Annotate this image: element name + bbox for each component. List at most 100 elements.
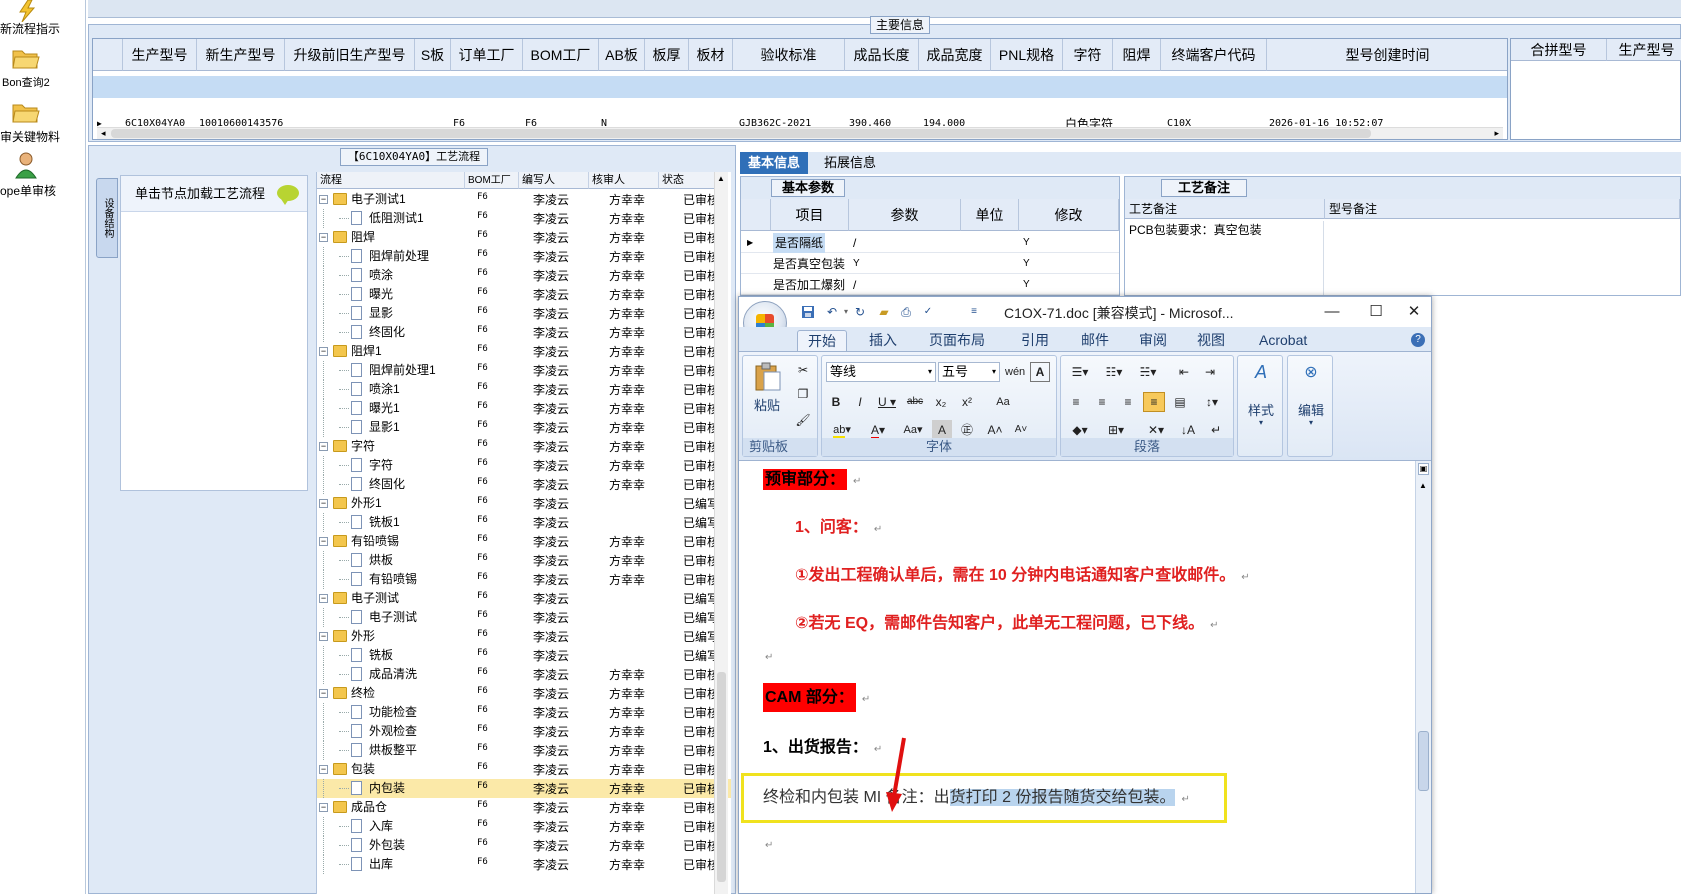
process-node-box[interactable]: 单击节点加载工艺流程 [120, 175, 308, 491]
process-tree[interactable]: 流程 BOM工厂 编写人 核审人 状态 − 电子测试1 F6 李凌云 方幸幸 已审核 低阻测… [316, 172, 731, 894]
customize-qat-icon[interactable]: ≡ [967, 305, 981, 319]
tab-page-layout[interactable]: 页面布局 [929, 330, 985, 352]
decrease-indent-icon[interactable]: ⇤ [1173, 362, 1195, 382]
scroll-up-icon[interactable]: ▲ [1419, 481, 1427, 490]
cell-modify[interactable]: Y [1023, 233, 1030, 253]
col-header[interactable]: 验收标准 [733, 39, 845, 71]
cell-item[interactable]: 是否隔纸 [773, 233, 826, 253]
col-header[interactable]: 单位 [961, 199, 1019, 231]
strikethrough-icon[interactable]: abc [904, 392, 926, 412]
col-header[interactable]: 生产型号 [123, 39, 197, 71]
tree-step-row[interactable]: 曝光1 F6 李凌云 方幸幸 已审核 [317, 399, 731, 418]
cell-param[interactable]: / [853, 275, 856, 295]
col-header[interactable]: 成品长度 [845, 39, 919, 71]
undo-icon[interactable]: ↶ [825, 305, 839, 319]
col-header[interactable]: 状态 [659, 172, 717, 189]
tab-references[interactable]: 引用 [1021, 330, 1049, 352]
tree-step-row[interactable]: 低阻测试1 F6 李凌云 方幸幸 已审核 [317, 209, 731, 228]
tree-step-row[interactable]: 入库 F6 李凌云 方幸幸 已审核 [317, 817, 731, 836]
scroll-right-icon[interactable]: ▸ [1494, 128, 1499, 139]
styles-group[interactable]: A 样式 ▾ [1237, 355, 1283, 457]
copy-icon[interactable]: ❐ [793, 384, 813, 404]
underline-icon[interactable]: U ▾ [874, 392, 900, 412]
font-color-icon[interactable]: A▾ [862, 420, 894, 440]
cell-modify[interactable]: Y [1023, 275, 1030, 295]
cell-param[interactable]: Y [853, 254, 860, 274]
col-header[interactable]: 字符 [1063, 39, 1113, 71]
collapse-icon[interactable]: − [319, 195, 328, 204]
doc-item-shipment-report[interactable]: 1、出货报告： ↵ [763, 733, 882, 757]
tree-step-row[interactable]: 显影1 F6 李凌云 方幸幸 已审核 [317, 418, 731, 437]
tree-folder-row[interactable]: − 阻焊 F6 李凌云 方幸幸 已审核 [317, 228, 731, 247]
tab-basic-info[interactable]: 基本信息 [740, 152, 809, 174]
doc-line-2[interactable]: ②若无 EQ，需邮件告知客户，此单无工程问题，已下线。 ↵ [795, 609, 1219, 633]
process-note-title[interactable]: 工艺备注 [1161, 179, 1248, 197]
col-header[interactable]: 板厚 [645, 39, 689, 71]
enclose-char-icon[interactable]: ㊣ [956, 420, 978, 440]
col-header[interactable]: 订单工厂 [451, 39, 523, 71]
collapse-icon[interactable]: − [319, 442, 328, 451]
scroll-up-icon[interactable]: ▲ [717, 174, 725, 183]
tree-step-row[interactable]: 阻焊前处理1 F6 李凌云 方幸幸 已审核 [317, 361, 731, 380]
col-header[interactable]: 终端客户代码 [1161, 39, 1267, 71]
col-header[interactable]: 成品宽度 [919, 39, 991, 71]
tree-step-row[interactable]: 成品清洗 F6 李凌云 方幸幸 已审核 [317, 665, 731, 684]
ruler-toggle-icon[interactable]: ▣ [1418, 463, 1429, 475]
tree-folder-row[interactable]: − 包装 F6 李凌云 方幸幸 已审核 [317, 760, 731, 779]
change-case-icon[interactable]: Aa▾ [898, 420, 928, 440]
redo-icon[interactable]: ↻ [853, 305, 867, 319]
doc-empty-paragraph[interactable]: ↵ [765, 835, 773, 853]
col-header[interactable]: 生产型号 [1607, 39, 1681, 61]
user-icon[interactable] [14, 150, 40, 179]
cut-icon[interactable]: ✂ [793, 360, 813, 380]
basic-params-title[interactable]: 基本参数 [771, 179, 846, 197]
folder-open-icon[interactable] [12, 100, 40, 123]
col-header[interactable]: 合拼型号 [1511, 39, 1607, 61]
align-left-icon[interactable]: ≡ [1065, 392, 1087, 412]
collapse-icon[interactable]: − [319, 537, 328, 546]
show-marks-icon[interactable]: ↵ [1205, 420, 1227, 440]
align-center-icon[interactable]: ≡ [1091, 392, 1113, 412]
selected-text[interactable]: 货打印 2 份报告随货交给包装。 [949, 789, 1176, 806]
scroll-thumb[interactable] [111, 129, 1371, 138]
cell-item[interactable]: 是否真空包装 [773, 254, 845, 274]
table-row[interactable]: ▶ 是否隔纸 / Y [741, 233, 1119, 253]
tree-folder-row[interactable]: − 电子测试 F6 李凌云 已编写 [317, 589, 731, 608]
lightning-icon[interactable] [14, 0, 40, 23]
align-right-icon[interactable]: ≡ [1117, 392, 1139, 412]
tree-step-row[interactable]: 有铅喷锡 F6 李凌云 方幸幸 已审核 [317, 570, 731, 589]
tree-step-row[interactable]: 铣板 F6 李凌云 已编写 [317, 646, 731, 665]
tab-mailings[interactable]: 邮件 [1081, 330, 1109, 352]
tree-folder-row[interactable]: − 有铅喷锡 F6 李凌云 方幸幸 已审核 [317, 532, 731, 551]
help-icon[interactable]: ? [1411, 333, 1425, 347]
col-header[interactable]: S板 [415, 39, 451, 71]
borders-icon[interactable]: ⊞▾ [1101, 420, 1131, 440]
char-border-icon[interactable]: A [1030, 362, 1050, 382]
clear-format-icon[interactable]: Aa [992, 392, 1014, 412]
collapse-icon[interactable]: − [319, 765, 328, 774]
word-window[interactable]: ↶ ▾ ↻ ▰ ⎙ ✓ ≡ C1OX-71.doc [兼容模式] - Micro… [738, 296, 1432, 894]
tree-step-row[interactable]: 内包装 F6 李凌云 方幸幸 已审核 [317, 779, 731, 798]
print-preview-icon[interactable]: ⎙ [899, 305, 913, 319]
shading-icon[interactable]: ◆▾ [1065, 420, 1095, 440]
col-header[interactable]: 型号创建时间 [1267, 39, 1507, 71]
subscript-icon[interactable]: x₂ [930, 392, 952, 412]
doc-line-1[interactable]: ①发出工程确认单后，需在 10 分钟内电话通知客户查收邮件。 ↵ [795, 561, 1250, 585]
italic-icon[interactable]: I [850, 392, 870, 412]
document-scrollbar[interactable]: ▣ ▲ [1415, 461, 1431, 893]
cell-item[interactable]: 是否加工爆刻 [773, 275, 845, 295]
collapse-icon[interactable]: − [319, 499, 328, 508]
process-note-text[interactable]: PCB包装要求：真空包装 [1129, 221, 1262, 238]
cell-modify[interactable]: Y [1023, 254, 1030, 274]
doc-note-line[interactable]: 终检和内包装 MI 备注：出货打印 2 份报告随货交给包装。 ↵ [763, 783, 1190, 807]
cell-param[interactable]: / [853, 233, 856, 253]
col-header[interactable]: 板材 [689, 39, 733, 71]
table-row[interactable]: ▶ 6C10X04YA0 10010600143576 F6 F6 N GJB3… [93, 76, 1507, 131]
bold-icon[interactable]: B [826, 392, 846, 412]
tree-folder-row[interactable]: − 成品仓 F6 李凌云 方幸幸 已审核 [317, 798, 731, 817]
menu-bom-query[interactable]: Bon查询2 [2, 74, 88, 90]
maximize-icon[interactable]: ☐ [1361, 301, 1391, 323]
multilevel-list-icon[interactable]: ☵▾ [1133, 362, 1163, 382]
col-header[interactable]: 阻焊 [1113, 39, 1161, 71]
undo-dropdown-icon[interactable]: ▾ [839, 305, 853, 319]
